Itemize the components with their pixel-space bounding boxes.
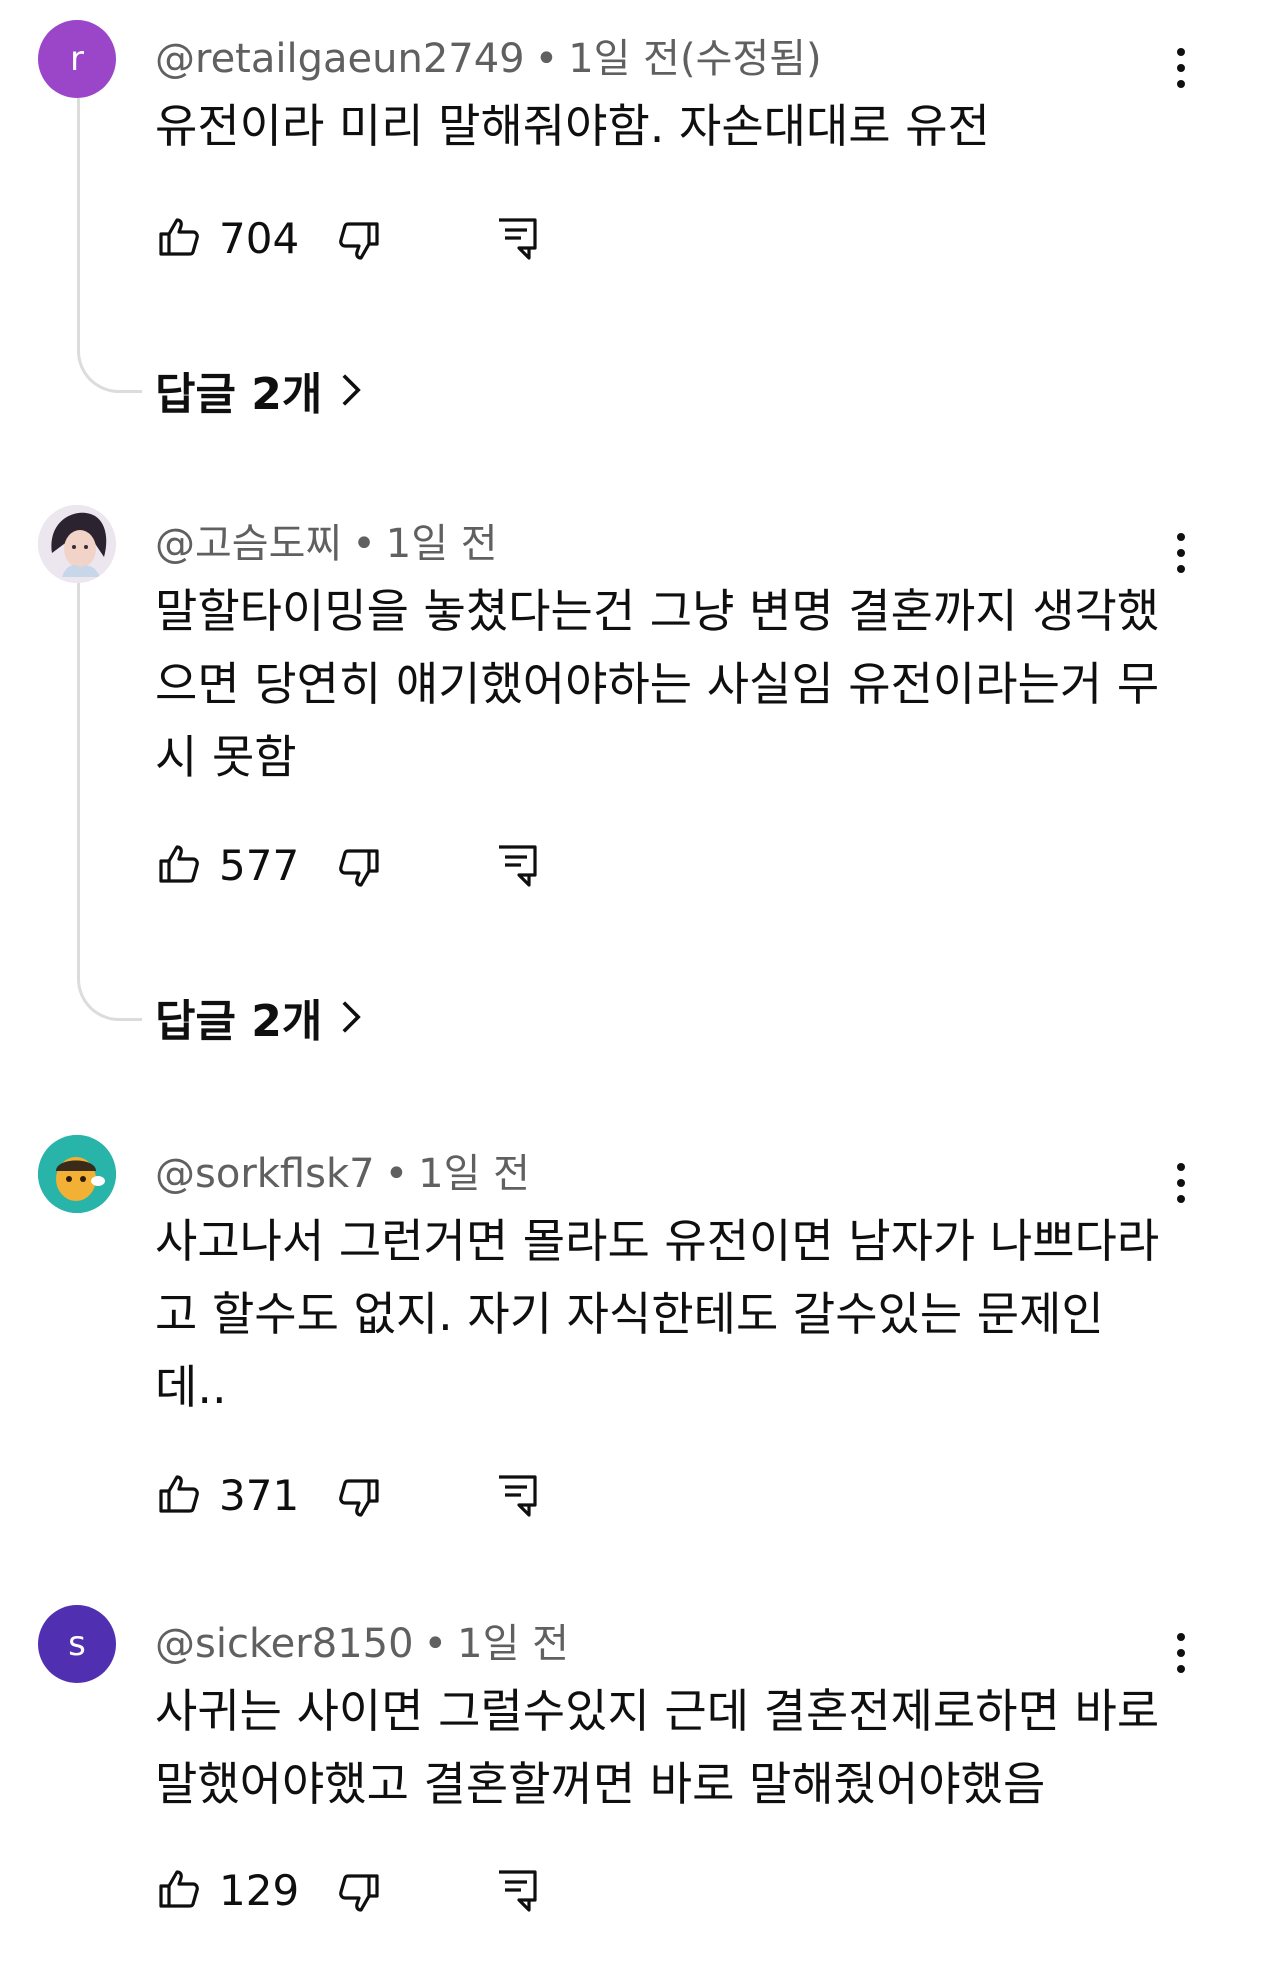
like-count: 577 bbox=[219, 841, 300, 890]
comment-meta: @retailgaeun2749 • 1일 전(수정됨) bbox=[155, 26, 822, 84]
thumbs-up-icon[interactable] bbox=[155, 1471, 203, 1519]
thumbs-up-icon[interactable] bbox=[155, 214, 203, 262]
comment-meta: @sicker8150 • 1일 전 bbox=[155, 1611, 569, 1669]
avatar-image bbox=[38, 505, 116, 583]
avatar-image bbox=[38, 1135, 116, 1213]
more-vertical-icon[interactable] bbox=[1163, 38, 1199, 98]
comment-time[interactable]: 1일 전(수정됨) bbox=[568, 36, 821, 82]
avatar-letter: r bbox=[70, 39, 84, 79]
like-count: 704 bbox=[219, 214, 300, 263]
avatar[interactable] bbox=[38, 505, 116, 583]
view-replies-button[interactable]: 답글 2개 bbox=[155, 358, 362, 422]
thumbs-up-icon[interactable] bbox=[155, 1866, 203, 1914]
reply-comment-icon[interactable] bbox=[493, 841, 541, 889]
more-vertical-icon[interactable] bbox=[1163, 523, 1199, 583]
thumbs-up-icon[interactable] bbox=[155, 841, 203, 889]
reply-comment-icon[interactable] bbox=[493, 1471, 541, 1519]
thumbs-down-icon[interactable] bbox=[335, 843, 383, 891]
separator: • bbox=[352, 521, 376, 567]
comment-author[interactable]: @sicker8150 bbox=[155, 1621, 414, 1667]
replies-label: 답글 2개 bbox=[155, 996, 323, 1047]
avatar[interactable]: r bbox=[38, 20, 116, 98]
reply-comment-icon[interactable] bbox=[493, 1866, 541, 1914]
more-vertical-icon[interactable] bbox=[1163, 1153, 1199, 1213]
reply-thread-line bbox=[77, 98, 142, 393]
comment-author[interactable]: @retailgaeun2749 bbox=[155, 36, 525, 82]
reply-comment-icon[interactable] bbox=[493, 214, 541, 262]
view-replies-button[interactable]: 답글 2개 bbox=[155, 985, 362, 1049]
thumbs-down-icon[interactable] bbox=[335, 1473, 383, 1521]
chevron-right-icon bbox=[342, 374, 362, 406]
comment-actions: 129 bbox=[155, 1860, 755, 1920]
reply-thread-line bbox=[77, 583, 142, 1021]
thumbs-down-icon[interactable] bbox=[335, 1868, 383, 1916]
replies-label: 답글 2개 bbox=[155, 369, 323, 420]
separator: • bbox=[423, 1621, 448, 1667]
more-vertical-icon[interactable] bbox=[1163, 1623, 1199, 1683]
comment-actions: 704 bbox=[155, 208, 755, 268]
comment-text: 말할타이밍을 놓쳤다는건 그냥 변명 결혼까지 생각했으면 당연히 얘기했어야하… bbox=[155, 584, 1160, 784]
comment-time[interactable]: 1일 전 bbox=[386, 521, 498, 567]
avatar[interactable] bbox=[38, 1135, 116, 1213]
comment-time[interactable]: 1일 전 bbox=[457, 1621, 569, 1667]
comment-meta: @고슴도찌 • 1일 전 bbox=[155, 511, 498, 569]
comment-text: 유전이라 미리 말해줘야함. 자손대대로 유전 bbox=[155, 99, 990, 153]
comment-meta: @sorkflsk7 • 1일 전 bbox=[155, 1141, 530, 1199]
chevron-right-icon bbox=[342, 1001, 362, 1033]
comment-author[interactable]: @sorkflsk7 bbox=[155, 1151, 375, 1197]
comment-actions: 371 bbox=[155, 1465, 755, 1525]
comment-author[interactable]: @고슴도찌 bbox=[155, 521, 342, 567]
like-count: 129 bbox=[219, 1866, 300, 1915]
avatar-letter: s bbox=[68, 1624, 86, 1664]
comment-text: 사귀는 사이면 그럴수있지 근데 결혼전제로하면 바로 말했어야했고 결혼할꺼면… bbox=[155, 1684, 1160, 1811]
avatar[interactable]: s bbox=[38, 1605, 116, 1683]
separator: • bbox=[384, 1151, 409, 1197]
comment-time[interactable]: 1일 전 bbox=[418, 1151, 530, 1197]
separator: • bbox=[534, 36, 559, 82]
like-count: 371 bbox=[219, 1471, 300, 1520]
comment-actions: 577 bbox=[155, 835, 755, 895]
comment-text: 사고나서 그런거면 몰라도 유전이면 남자가 나쁘다라고 할수도 없지. 자기 … bbox=[155, 1214, 1160, 1414]
thumbs-down-icon[interactable] bbox=[335, 216, 383, 264]
